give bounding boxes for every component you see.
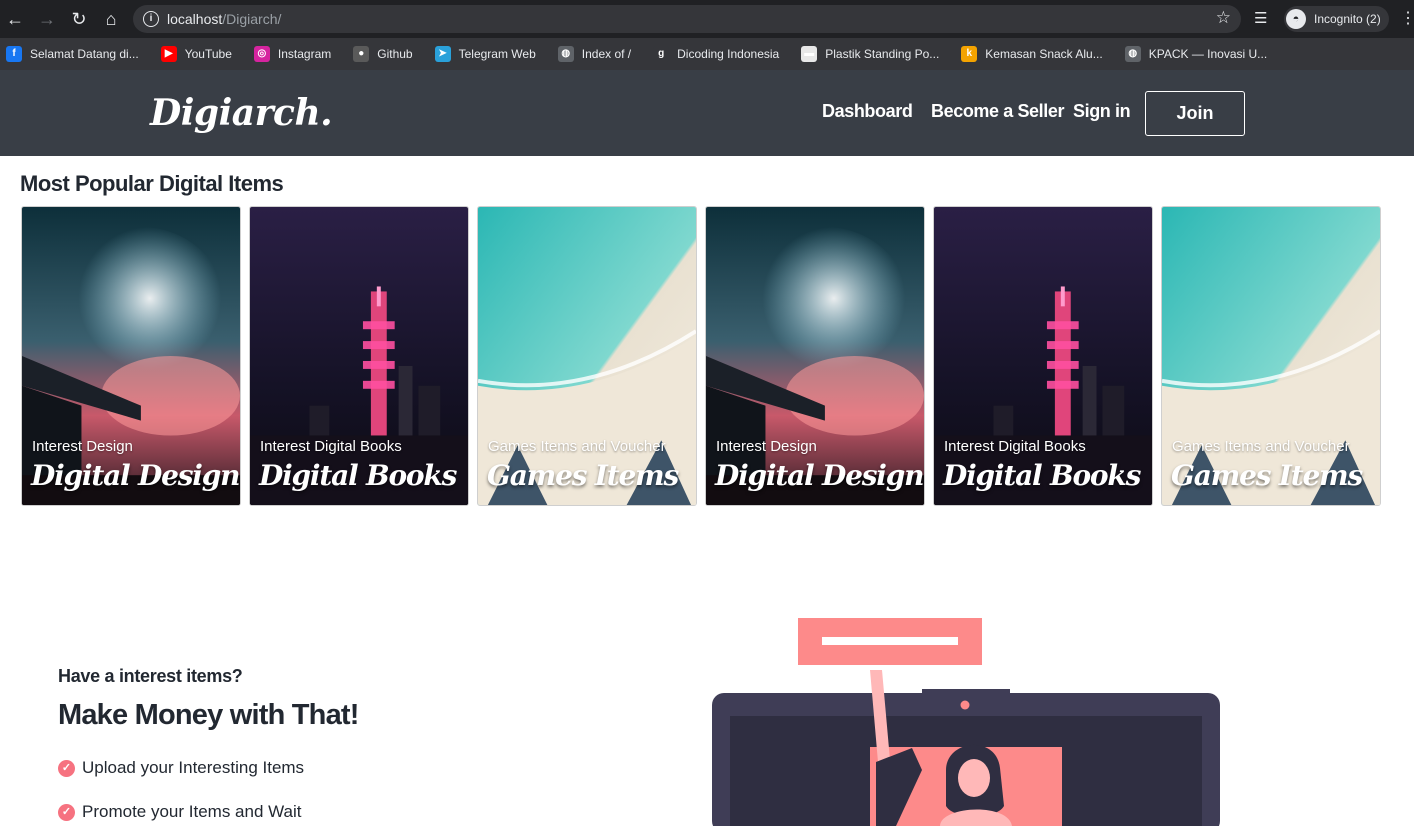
bookmark-label: Dicoding Indonesia	[677, 47, 780, 61]
category-card[interactable]: Games Items and Voucher Games Items	[1161, 206, 1381, 506]
card-title: Digital Design	[31, 459, 240, 492]
bookmark-item[interactable]: f Selamat Datang di...	[6, 46, 139, 62]
nav-dashboard[interactable]: Dashboard	[822, 101, 913, 122]
bookmark-item[interactable]: k Kemasan Snack Alu...	[961, 46, 1103, 62]
bookmark-label: Github	[377, 47, 413, 61]
globe-icon: ◍	[1124, 46, 1141, 62]
sell-pretitle: Have a interest items?	[58, 666, 243, 686]
card-title: Games Items	[1171, 459, 1363, 492]
bookmark-label: YouTube	[184, 47, 232, 61]
reading-list-icon[interactable]: ☰	[1254, 9, 1267, 27]
popular-cards: Interest Design Digital Design Interest D…	[21, 206, 1391, 506]
home-icon[interactable]: ⌂	[100, 8, 122, 30]
category-card[interactable]: Interest Digital Books Digital Books	[249, 206, 469, 506]
card-title: Digital Books	[943, 459, 1141, 492]
sign-text-bar	[822, 637, 958, 645]
bookmark-star-icon[interactable]: ☆	[1216, 8, 1231, 28]
reload-icon[interactable]: ↻	[68, 8, 90, 30]
plastik-icon: ▬	[801, 46, 818, 62]
card-subtitle: Interest Digital Books	[944, 438, 1086, 455]
incognito-badge[interactable]: ◓ Incognito (2)	[1284, 6, 1389, 32]
bookmark-label: Kemasan Snack Alu...	[985, 47, 1103, 61]
bookmark-item[interactable]: ● Github	[353, 46, 413, 62]
instagram-icon: ◎	[253, 46, 270, 62]
bookmarks-bar: f Selamat Datang di... ▶ YouTube ◎ Instagram ●…	[0, 38, 1414, 70]
check-icon: ✓	[58, 759, 75, 777]
feature-text: Promote your Items and Wait	[82, 802, 302, 821]
category-card[interactable]: Games Items and Voucher Games Items	[477, 206, 697, 506]
card-title: Digital Books	[259, 459, 457, 492]
card-subtitle: Games Items and Voucher	[488, 438, 666, 455]
card-title: Digital Design	[715, 459, 924, 492]
dicoding-icon: g	[653, 46, 670, 62]
category-card[interactable]: Interest Digital Books Digital Books	[933, 206, 1153, 506]
url-text[interactable]: localhost/Digiarch/	[167, 11, 281, 27]
back-arrow-icon[interactable]: ←	[4, 8, 26, 30]
youtube-icon: ▶	[160, 46, 177, 62]
forward-arrow-icon[interactable]: →	[36, 8, 58, 30]
category-card[interactable]: Interest Design Digital Design	[705, 206, 925, 506]
site-header: Digiarch. Dashboard Become a Seller Sign…	[0, 70, 1414, 156]
person-face	[958, 759, 990, 797]
sell-title: Make Money with That!	[58, 699, 359, 731]
card-title: Games Items	[487, 459, 679, 492]
url-host: localhost	[167, 11, 223, 27]
check-icon: ✓	[58, 803, 75, 821]
feature-item: ✓ Promote your Items and Wait	[58, 802, 302, 822]
bookmark-item[interactable]: g Dicoding Indonesia	[653, 46, 779, 62]
card-subtitle: Games Items and Voucher	[1172, 438, 1350, 455]
telegram-icon: ➤	[434, 46, 451, 62]
card-subtitle: Interest Digital Books	[260, 438, 402, 455]
browser-menu-icon[interactable]: ⋮	[1400, 8, 1414, 28]
bookmark-label: Telegram Web	[458, 47, 536, 61]
join-button[interactable]: Join	[1145, 91, 1245, 136]
card-subtitle: Interest Design	[716, 438, 817, 455]
camera-dot	[960, 700, 970, 710]
bookmark-label: KPACK — Inovasi U...	[1148, 47, 1268, 61]
github-icon: ●	[353, 46, 370, 62]
incognito-label: Incognito (2)	[1314, 12, 1381, 26]
bookmark-item[interactable]: ◍ Index of /	[557, 46, 632, 62]
kemasan-icon: k	[961, 46, 978, 62]
feature-text: Upload your Interesting Items	[82, 758, 305, 777]
url-path: /Digiarch/	[222, 11, 282, 27]
globe-icon: ◍	[557, 46, 574, 62]
bookmark-item[interactable]: ◎ Instagram	[253, 46, 332, 62]
category-card[interactable]: Interest Design Digital Design	[21, 206, 241, 506]
facebook-icon: f	[6, 46, 22, 62]
section-title: Most Popular Digital Items	[20, 171, 284, 196]
browser-toolbar: ← → ↻ ⌂ i localhost/Digiarch/ ☆ ☰ ◓ Inco…	[0, 0, 1414, 38]
seller-illustration	[712, 618, 1220, 826]
bookmark-label: Instagram	[277, 47, 332, 61]
bookmark-label: Selamat Datang di...	[30, 47, 139, 61]
card-subtitle: Interest Design	[32, 438, 133, 455]
bookmark-item[interactable]: ▬ Plastik Standing Po...	[801, 46, 939, 62]
bookmark-item[interactable]: ➤ Telegram Web	[434, 46, 536, 62]
bookmark-item[interactable]: ▶ YouTube	[160, 46, 232, 62]
nav-become-seller[interactable]: Become a Seller	[931, 101, 1064, 122]
bookmark-label: Plastik Standing Po...	[825, 47, 940, 61]
brand-logo[interactable]: Digiarch.	[150, 92, 333, 134]
site-info-icon[interactable]: i	[143, 11, 159, 27]
monitor-top	[922, 689, 1010, 697]
bookmark-label: Index of /	[581, 47, 632, 61]
incognito-icon: ◓	[1286, 9, 1306, 29]
bookmark-item[interactable]: ◍ KPACK — Inovasi U...	[1124, 46, 1268, 62]
nav-sign-in[interactable]: Sign in	[1073, 101, 1131, 122]
address-bar[interactable]: i localhost/Digiarch/ ☆	[133, 5, 1241, 33]
feature-item: ✓ Upload your Interesting Items	[58, 758, 304, 778]
